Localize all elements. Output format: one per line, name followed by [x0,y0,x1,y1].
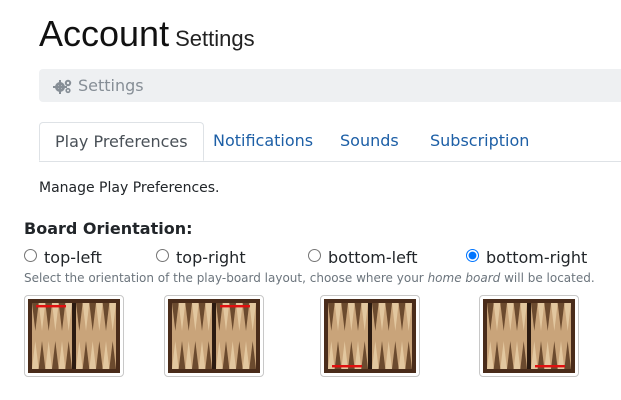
board-bar [527,303,531,369]
tab-notifications[interactable]: Notifications [213,122,313,160]
page-title: Account Settings [39,16,255,52]
tab-play-preferences[interactable]: Play Preferences [39,122,204,161]
board-bar [72,303,76,369]
option-label: top-right [176,248,246,267]
orientation-help-text: Select the orientation of the play-board… [24,271,595,285]
page-title-sub: Settings [175,26,255,51]
radio-bottom-left[interactable] [308,249,321,262]
section-description: Manage Play Preferences. [39,180,220,196]
option-top-right[interactable]: top-right [156,248,246,268]
gears-icon [53,79,72,94]
board-half [328,303,368,369]
radio-top-right[interactable] [156,249,169,262]
home-board-marker [220,305,250,308]
option-label: top-left [44,248,102,267]
option-label: bottom-left [328,248,418,267]
home-board-marker [535,365,565,368]
radio-bottom-right[interactable] [466,249,479,262]
board-bar [368,303,372,369]
board-thumbnail-bottom-left[interactable] [320,295,420,377]
option-bottom-left[interactable]: bottom-left [308,248,418,268]
option-bottom-right[interactable]: bottom-right [466,248,587,268]
board-thumbnail-top-right[interactable] [164,295,264,377]
board-half [216,303,256,369]
breadcrumb-label: Settings [78,76,144,95]
board-half [531,303,571,369]
settings-tabs: Play Preferences Notifications Sounds Su… [39,122,621,162]
board-half [76,303,116,369]
home-board-marker [36,305,66,308]
breadcrumb: Settings [39,69,621,102]
board-half [372,303,412,369]
help-text-end: will be located. [500,271,595,285]
tab-sounds[interactable]: Sounds [340,122,399,160]
option-label: bottom-right [486,248,588,267]
tab-subscription[interactable]: Subscription [430,122,529,160]
board-thumbnail-bottom-right[interactable] [479,295,579,377]
home-board-marker [332,365,362,368]
board-half [32,303,72,369]
radio-top-left[interactable] [24,249,37,262]
help-text-emphasis: home board [427,271,501,285]
page-title-main: Account [39,13,170,54]
board-half [487,303,527,369]
board-half [172,303,212,369]
help-text-start: Select the orientation of the play-board… [24,271,428,285]
board-bar [212,303,216,369]
orientation-heading: Board Orientation: [24,219,193,238]
board-thumbnail-top-left[interactable] [24,295,124,377]
option-top-left[interactable]: top-left [24,248,102,268]
